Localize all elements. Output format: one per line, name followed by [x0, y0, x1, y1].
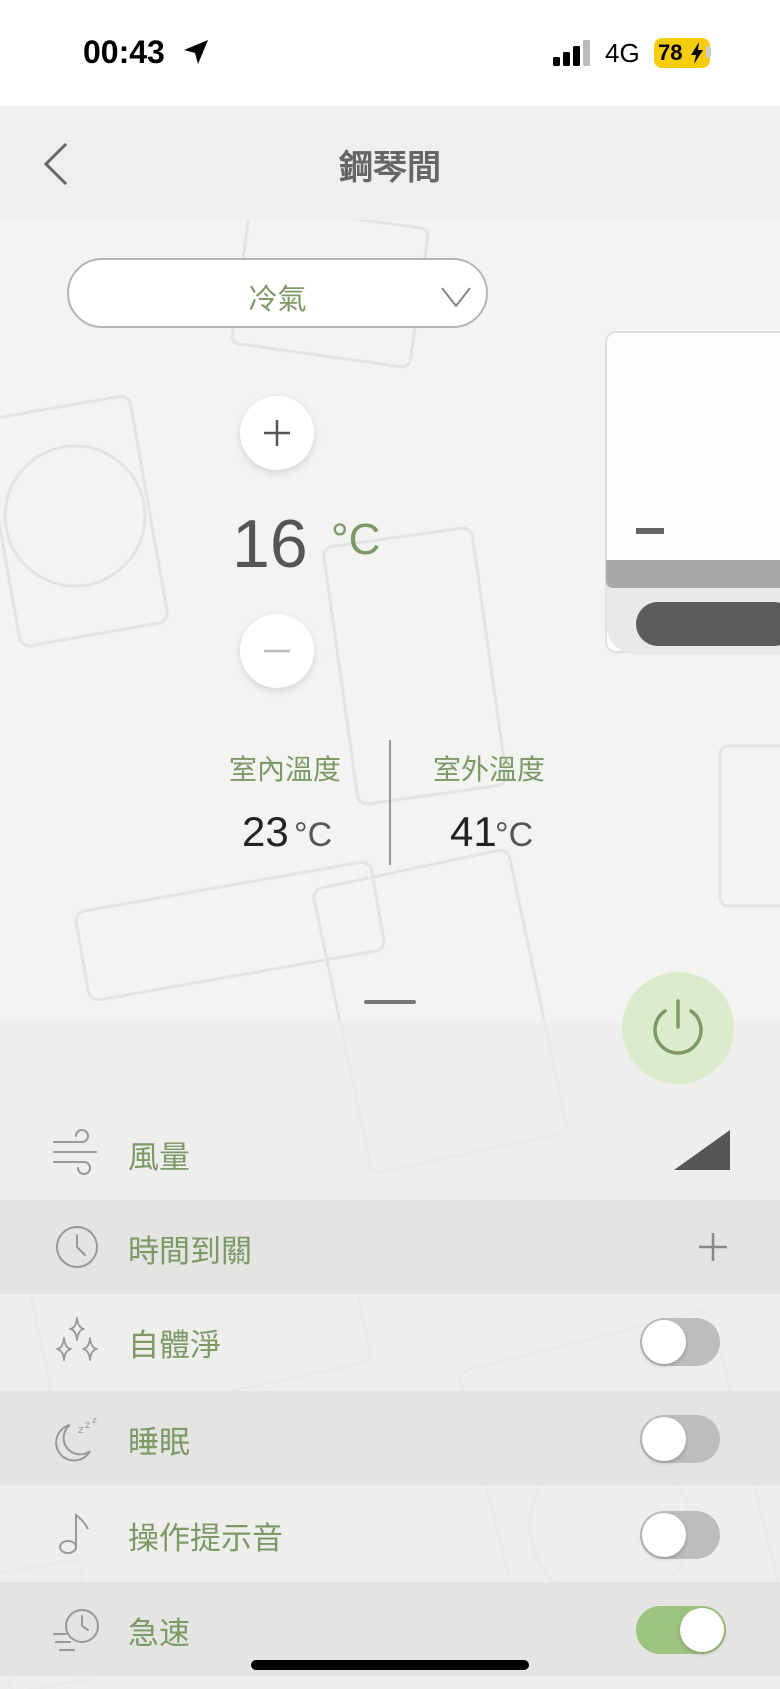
turbo-label: 急速	[128, 1616, 190, 1652]
mode-selected-value: 冷氣	[248, 282, 307, 316]
chevron-down-icon	[441, 287, 471, 308]
signal-icon	[553, 40, 590, 66]
fast-clock-icon	[53, 1609, 99, 1651]
toggle-knob	[680, 1608, 724, 1652]
toggle-knob	[642, 1513, 686, 1557]
outdoor-temperature-label: 室外溫度	[433, 753, 546, 786]
sleep-toggle[interactable]	[640, 1415, 720, 1463]
mode-dropdown[interactable]: 冷氣	[67, 258, 488, 328]
temperature-decrease-button[interactable]	[240, 614, 314, 688]
fan-speed-label: 風量	[128, 1140, 190, 1176]
music-note-icon	[59, 1512, 89, 1554]
svg-text:z: z	[92, 1416, 97, 1426]
plus-icon	[264, 420, 290, 446]
operation-beep-row: 操作提示音	[0, 1487, 780, 1581]
power-button[interactable]	[622, 972, 734, 1084]
status-time: 00:43	[83, 34, 165, 70]
indoor-temperature-label: 室內溫度	[229, 753, 342, 786]
air-conditioner-illustration	[605, 331, 780, 655]
clock-icon	[56, 1226, 98, 1268]
timer-off-row[interactable]: 時間到關	[0, 1200, 780, 1294]
power-icon	[653, 999, 703, 1055]
sleep-label: 睡眠	[128, 1425, 190, 1461]
toggle-knob	[642, 1320, 686, 1364]
turbo-toggle[interactable]	[636, 1606, 726, 1654]
panel-drag-handle[interactable]	[364, 1000, 416, 1004]
readings-divider	[389, 740, 391, 865]
location-arrow-icon	[184, 40, 208, 64]
temperature-increase-button[interactable]	[240, 396, 314, 470]
minus-icon	[264, 649, 290, 653]
operation-beep-label: 操作提示音	[128, 1521, 283, 1557]
fan-speed-row[interactable]: 風量	[0, 1106, 780, 1200]
svg-text:z: z	[78, 1423, 84, 1436]
toggle-knob	[642, 1417, 686, 1461]
set-temperature-unit: °C	[331, 515, 381, 564]
outdoor-temperature-unit: °C	[495, 816, 534, 854]
page-title: 鋼琴間	[339, 148, 441, 188]
sparkles-icon	[56, 1317, 98, 1361]
plus-icon[interactable]	[698, 1232, 728, 1262]
battery-nub	[706, 46, 711, 58]
self-clean-toggle[interactable]	[640, 1318, 720, 1366]
network-type: 4G	[605, 38, 640, 68]
charging-bolt-icon	[691, 42, 703, 64]
self-clean-label: 自體淨	[128, 1328, 221, 1364]
self-clean-row: 自體淨	[0, 1294, 780, 1388]
operation-beep-toggle[interactable]	[640, 1511, 720, 1559]
set-temperature-value: 16	[232, 506, 308, 582]
timer-off-label: 時間到關	[128, 1234, 252, 1270]
outdoor-temperature-value: 41	[450, 808, 497, 855]
battery-level: 78	[658, 40, 683, 65]
indoor-temperature-value: 23	[242, 808, 289, 855]
sleep-row: z z z 睡眠	[0, 1391, 780, 1485]
indoor-temperature-unit: °C	[294, 816, 333, 854]
home-indicator[interactable]	[251, 1660, 529, 1670]
fan-level-indicator[interactable]	[674, 1130, 730, 1170]
wind-icon	[53, 1129, 97, 1175]
moon-zzz-icon: z z z	[55, 1416, 97, 1462]
svg-text:z: z	[85, 1420, 90, 1431]
